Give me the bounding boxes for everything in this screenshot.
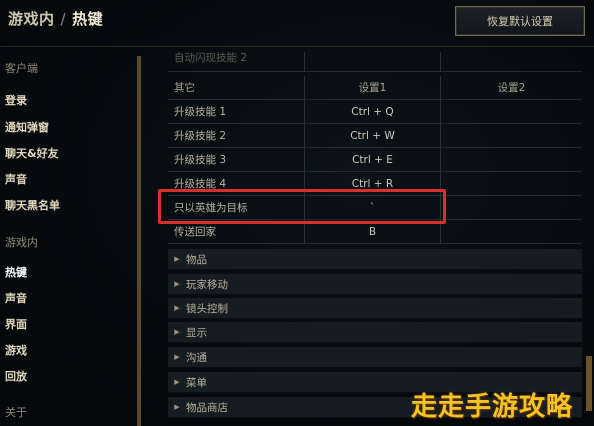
triangle-right-icon: ▶: [174, 353, 180, 361]
sidebar-item-client-sound[interactable]: 声音: [5, 171, 27, 187]
category-camera-control[interactable]: ▶ 镜头控制: [168, 298, 582, 319]
sidebar-item-ingame-sound[interactable]: 声音: [5, 290, 27, 306]
table-header: 其它 设置1 设置2: [168, 76, 582, 100]
sidebar-item-notifications[interactable]: 通知弹窗: [5, 119, 49, 135]
breadcrumb-current: 热键: [72, 10, 104, 28]
hotkey-slot-1[interactable]: Ctrl + E: [304, 148, 440, 172]
triangle-right-icon: ▶: [174, 304, 180, 312]
hotkey-name: 升级技能 3: [174, 154, 227, 166]
hotkey-slot-2[interactable]: [440, 220, 582, 244]
table-row[interactable]: 升级技能 3 Ctrl + E: [168, 148, 582, 172]
breadcrumb-parent[interactable]: 游戏内: [8, 10, 55, 28]
category-player-movement[interactable]: ▶ 玩家移动: [168, 274, 582, 295]
hotkey-slot-2[interactable]: [440, 148, 582, 172]
category-label: 物品商店: [186, 401, 228, 414]
hotkey-slot-2[interactable]: [440, 196, 582, 220]
sidebar-item-chat-blacklist[interactable]: 聊天黑名单: [5, 197, 60, 213]
category-label: 玩家移动: [186, 278, 228, 291]
hotkey-slot-2[interactable]: [440, 100, 582, 124]
table-row[interactable]: 升级技能 1 Ctrl + Q: [168, 100, 582, 124]
column-header-name: 其它: [174, 82, 195, 94]
header-divider: [0, 46, 594, 47]
sidebar-section-ingame: 游戏内: [5, 236, 38, 249]
sidebar-item-replays[interactable]: 回放: [5, 368, 27, 384]
hotkey-name: 升级技能 2: [174, 130, 227, 142]
category-label: 镜头控制: [186, 302, 228, 315]
hotkey-slot-2[interactable]: [440, 172, 582, 196]
hotkey-name: 自动闪现技能 2: [174, 52, 248, 64]
category-label: 显示: [186, 326, 207, 339]
hotkey-slot-1[interactable]: Ctrl + W: [304, 124, 440, 148]
category-label: 物品: [186, 253, 207, 266]
sidebar-item-interface[interactable]: 界面: [5, 316, 27, 332]
sidebar-item-chat-friends[interactable]: 聊天&好友: [5, 145, 59, 161]
category-label: 沟通: [186, 351, 207, 364]
hotkeys-settings-page: 游戏内 / 热键 恢复默认设置 客户端 登录 通知弹窗 聊天&好友 声音 聊天黑名单…: [0, 0, 594, 426]
column-header-setting1: 设置1: [304, 76, 440, 100]
hotkey-slot-2[interactable]: [440, 52, 582, 72]
sidebar-section-client: 客户端: [5, 62, 38, 75]
hotkey-slot-2[interactable]: [440, 124, 582, 148]
triangle-right-icon: ▶: [174, 378, 180, 386]
hotkey-slot-1[interactable]: [304, 52, 440, 72]
sidebar-item-login[interactable]: 登录: [5, 92, 27, 108]
hotkey-slot-1[interactable]: Ctrl + Q: [304, 100, 440, 124]
highlight-box: [158, 189, 446, 224]
category-label: 菜单: [186, 376, 207, 389]
sidebar-item-hotkeys[interactable]: 热键: [5, 264, 27, 280]
category-items[interactable]: ▶ 物品: [168, 249, 582, 270]
triangle-right-icon: ▶: [174, 403, 180, 411]
scrollbar-thumb[interactable]: [586, 356, 592, 411]
table-row[interactable]: 升级技能 2 Ctrl + W: [168, 124, 582, 148]
triangle-right-icon: ▶: [174, 255, 180, 263]
header: 游戏内 / 热键 恢复默认设置: [0, 0, 594, 46]
column-header-setting2: 设置2: [440, 76, 582, 100]
sidebar: 客户端 登录 通知弹窗 聊天&好友 声音 聊天黑名单 游戏内 热键 声音 界面 …: [0, 52, 130, 426]
table-row[interactable]: 自动闪现技能 2: [168, 52, 582, 72]
sidebar-item-game[interactable]: 游戏: [5, 342, 27, 358]
page-title: 游戏内 / 热键: [8, 8, 103, 29]
category-communication[interactable]: ▶ 沟通: [168, 347, 582, 368]
sidebar-divider: [137, 56, 141, 426]
hotkey-name: 升级技能 1: [174, 106, 227, 118]
watermark: 走走手游攻略: [411, 392, 574, 422]
category-display[interactable]: ▶ 显示: [168, 322, 582, 343]
reset-defaults-button[interactable]: 恢复默认设置: [455, 6, 585, 36]
triangle-right-icon: ▶: [174, 328, 180, 336]
breadcrumb-separator: /: [60, 10, 67, 28]
triangle-right-icon: ▶: [174, 280, 180, 288]
sidebar-section-about[interactable]: 关于: [5, 404, 27, 420]
